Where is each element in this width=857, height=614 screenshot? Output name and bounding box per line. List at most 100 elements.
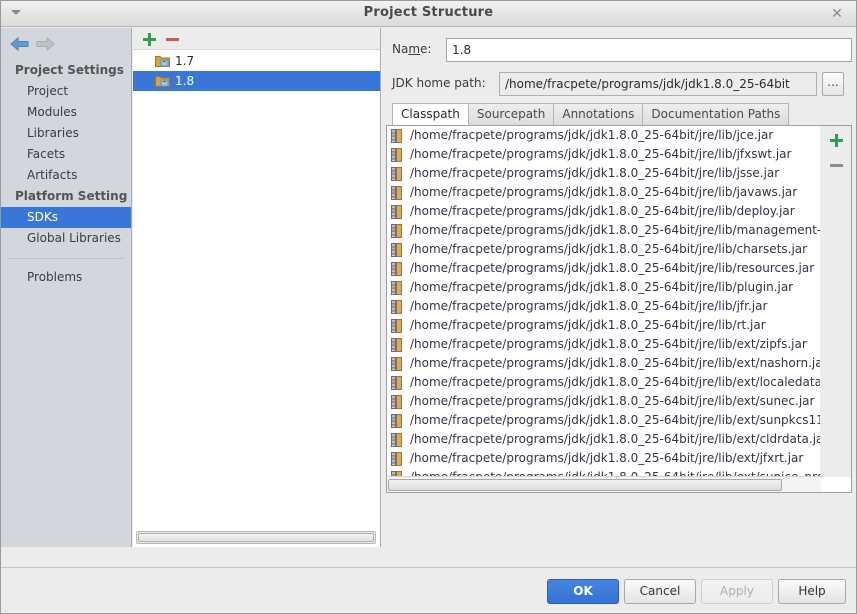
sidebar-group-header: Project Settings [1, 60, 132, 81]
classpath-entry[interactable]: /home/fracpete/programs/jdk/jdk1.8.0_25-… [387, 259, 820, 278]
jar-file-icon [391, 129, 403, 143]
jar-file-icon [391, 243, 403, 257]
jar-file-icon [391, 300, 403, 314]
classpath-entry[interactable]: /home/fracpete/programs/jdk/jdk1.8.0_25-… [387, 221, 820, 240]
classpath-entry[interactable]: /home/fracpete/programs/jdk/jdk1.8.0_25-… [387, 126, 820, 145]
classpath-entry-path: /home/fracpete/programs/jdk/jdk1.8.0_25-… [410, 375, 821, 389]
sdk-editor-panel: Name: 1.8 JDK home path: /home/fracpete/… [382, 28, 856, 547]
jar-file-icon [391, 186, 403, 200]
classpath-entry[interactable]: /home/fracpete/programs/jdk/jdk1.8.0_25-… [387, 373, 820, 392]
classpath-entry[interactable]: /home/fracpete/programs/jdk/jdk1.8.0_25-… [387, 278, 820, 297]
classpath-entry[interactable]: /home/fracpete/programs/jdk/jdk1.8.0_25-… [387, 411, 820, 430]
cancel-button[interactable]: Cancel [624, 579, 696, 604]
classpath-entry[interactable]: /home/fracpete/programs/jdk/jdk1.8.0_25-… [387, 392, 820, 411]
classpath-entry-path: /home/fracpete/programs/jdk/jdk1.8.0_25-… [410, 394, 814, 408]
jar-file-icon [391, 452, 403, 466]
sidebar-item-global-libraries[interactable]: Global Libraries [1, 228, 132, 249]
jar-file-icon [391, 224, 403, 238]
jdk-home-path-row: JDK home path: /home/fracpete/programs/j… [382, 72, 856, 96]
minus-icon[interactable] [164, 31, 181, 48]
classpath-entry[interactable]: /home/fracpete/programs/jdk/jdk1.8.0_25-… [387, 202, 820, 221]
sidebar-divider [9, 258, 124, 259]
classpath-entry[interactable]: /home/fracpete/programs/jdk/jdk1.8.0_25-… [387, 335, 820, 354]
jar-file-icon [391, 167, 403, 181]
classpath-entry[interactable]: /home/fracpete/programs/jdk/jdk1.8.0_25-… [387, 297, 820, 316]
tab-documentation-paths[interactable]: Documentation Paths [642, 103, 789, 126]
dialog-button-bar: OK Cancel Apply Help [1, 567, 856, 613]
window-title: Project Structure [1, 5, 856, 20]
jar-file-icon [391, 205, 403, 219]
plus-icon[interactable] [141, 31, 158, 48]
classpath-entry[interactable]: /home/fracpete/programs/jdk/jdk1.8.0_25-… [387, 164, 820, 183]
classpath-list[interactable]: /home/fracpete/programs/jdk/jdk1.8.0_25-… [387, 126, 821, 477]
classpath-entry-path: /home/fracpete/programs/jdk/jdk1.8.0_25-… [410, 337, 807, 351]
classpath-hscrollbar[interactable] [387, 476, 821, 492]
apply-button: Apply [701, 579, 773, 604]
classpath-entry[interactable]: /home/fracpete/programs/jdk/jdk1.8.0_25-… [387, 449, 820, 468]
tab-classpath[interactable]: Classpath [392, 103, 468, 126]
classpath-entry-path: /home/fracpete/programs/jdk/jdk1.8.0_25-… [410, 204, 795, 218]
name-field-row: Name: 1.8 [382, 38, 856, 62]
sdk-tree-item[interactable]: 1.8 [133, 71, 381, 91]
browse-button[interactable]: ... [822, 72, 844, 96]
classpath-entry-path: /home/fracpete/programs/jdk/jdk1.8.0_25-… [410, 318, 766, 332]
jdk-home-path-label: JDK home path: [392, 76, 486, 90]
classpath-side-buttons [820, 126, 851, 477]
classpath-entry[interactable]: /home/fracpete/programs/jdk/jdk1.8.0_25-… [387, 183, 820, 202]
sidebar-item-problems[interactable]: Problems [1, 267, 132, 288]
classpath-entry-path: /home/fracpete/programs/jdk/jdk1.8.0_25-… [410, 223, 821, 237]
plus-icon[interactable] [828, 132, 845, 149]
sidebar-item-artifacts[interactable]: Artifacts [1, 165, 132, 186]
jar-file-icon [391, 395, 403, 409]
sidebar-item-libraries[interactable]: Libraries [1, 123, 132, 144]
classpath-entry-path: /home/fracpete/programs/jdk/jdk1.8.0_25-… [410, 413, 821, 427]
sdk-tree-toolbar [133, 28, 381, 50]
jar-file-icon [391, 433, 403, 447]
sidebar-item-modules[interactable]: Modules [1, 102, 132, 123]
sdk-tree-item[interactable]: 1.7 [133, 51, 381, 71]
classpath-entry-path: /home/fracpete/programs/jdk/jdk1.8.0_25-… [410, 432, 821, 446]
jar-file-icon [391, 338, 403, 352]
sidebar-item-facets[interactable]: Facets [1, 144, 132, 165]
sdk-tree-item-label: 1.7 [175, 54, 194, 68]
classpath-entry-path: /home/fracpete/programs/jdk/jdk1.8.0_25-… [410, 166, 779, 180]
classpath-entry[interactable]: /home/fracpete/programs/jdk/jdk1.8.0_25-… [387, 316, 820, 335]
arrow-left-icon[interactable] [9, 34, 31, 54]
jar-file-icon [391, 414, 403, 428]
classpath-entry-path: /home/fracpete/programs/jdk/jdk1.8.0_25-… [410, 280, 793, 294]
classpath-entry-path: /home/fracpete/programs/jdk/jdk1.8.0_25-… [410, 261, 814, 275]
sdk-tree-hscrollbar[interactable] [136, 531, 376, 544]
sidebar-item-sdks[interactable]: SDKs [1, 207, 132, 228]
classpath-entry-path: /home/fracpete/programs/jdk/jdk1.8.0_25-… [410, 356, 821, 370]
jar-file-icon [391, 262, 403, 276]
classpath-entry-path: /home/fracpete/programs/jdk/jdk1.8.0_25-… [410, 128, 773, 142]
name-input[interactable]: 1.8 [446, 38, 852, 62]
jar-file-icon [391, 319, 403, 333]
ok-button[interactable]: OK [547, 579, 619, 604]
classpath-entry[interactable]: /home/fracpete/programs/jdk/jdk1.8.0_25-… [387, 430, 820, 449]
jar-file-icon [391, 376, 403, 390]
classpath-entry-path: /home/fracpete/programs/jdk/jdk1.8.0_25-… [410, 147, 791, 161]
tab-annotations[interactable]: Annotations [553, 103, 642, 126]
project-structure-dialog: Project Structure ✕ Project SettingsProj… [0, 0, 857, 614]
sidebar-group-header: Platform Setting [1, 186, 132, 207]
classpath-entry-path: /home/fracpete/programs/jdk/jdk1.8.0_25-… [410, 451, 803, 465]
sdk-list: 1.71.8 [133, 51, 381, 91]
classpath-entry-path: /home/fracpete/programs/jdk/jdk1.8.0_25-… [410, 299, 767, 313]
minus-icon[interactable] [828, 157, 845, 174]
sidebar-item-project[interactable]: Project [1, 81, 132, 102]
editor-tabs: ClasspathSourcepathAnnotationsDocumentat… [392, 103, 796, 126]
title-bar: Project Structure ✕ [1, 1, 856, 27]
classpath-entry-path: /home/fracpete/programs/jdk/jdk1.8.0_25-… [410, 242, 807, 256]
classpath-entry[interactable]: /home/fracpete/programs/jdk/jdk1.8.0_25-… [387, 240, 820, 259]
settings-sidebar: Project SettingsProjectModulesLibrariesF… [1, 28, 132, 547]
close-icon[interactable]: ✕ [828, 5, 846, 23]
classpath-entry-path: /home/fracpete/programs/jdk/jdk1.8.0_25-… [410, 185, 797, 199]
classpath-entry[interactable]: /home/fracpete/programs/jdk/jdk1.8.0_25-… [387, 145, 820, 164]
help-button[interactable]: Help [778, 579, 846, 604]
nav-buttons [1, 28, 132, 60]
jdk-home-path-input[interactable]: /home/fracpete/programs/jdk/jdk1.8.0_25-… [499, 72, 817, 96]
sdk-tree-item-label: 1.8 [175, 74, 194, 88]
classpath-entry[interactable]: /home/fracpete/programs/jdk/jdk1.8.0_25-… [387, 354, 820, 373]
tab-sourcepath[interactable]: Sourcepath [468, 103, 554, 126]
